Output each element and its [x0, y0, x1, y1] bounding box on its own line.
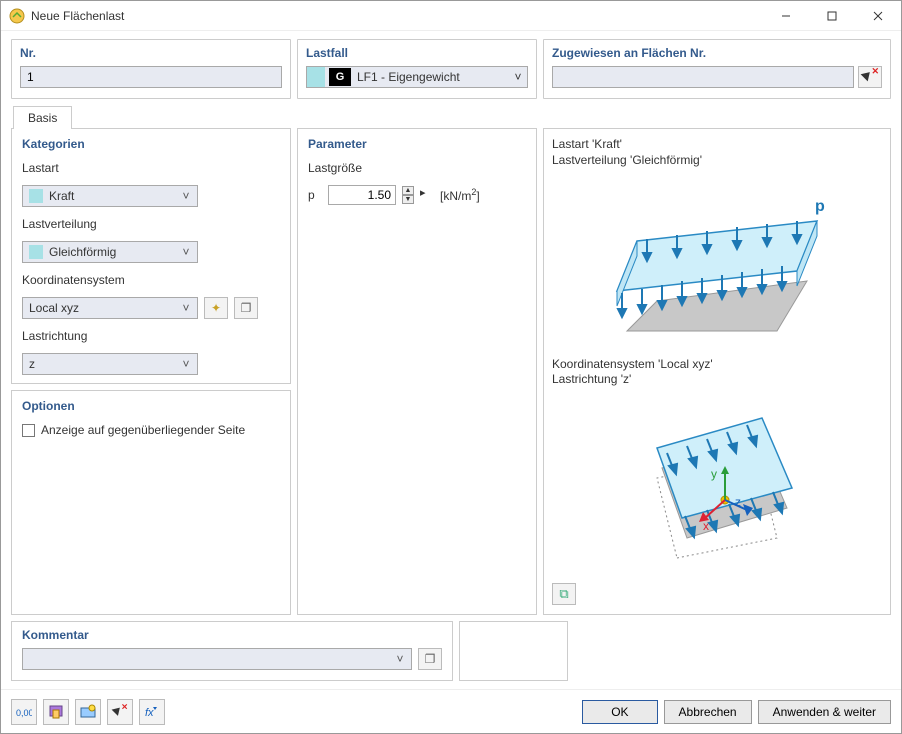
tool-button-3[interactable]: [75, 699, 101, 725]
coord-system-illustration: y x z: [607, 388, 827, 578]
coord-system-library-button[interactable]: [234, 297, 258, 319]
graphics-icon: [559, 586, 568, 602]
richtung-label: Lastrichtung: [22, 329, 280, 343]
koord-select[interactable]: Local xyz ˅: [22, 297, 198, 319]
options-title: Optionen: [22, 399, 280, 413]
expand-parameter-button[interactable]: ▸: [420, 186, 434, 204]
gfx1-line2: Lastverteilung 'Gleichförmig': [552, 153, 882, 169]
comment-edit-button[interactable]: [418, 648, 442, 670]
chevron-down-icon: ˅: [179, 301, 193, 315]
window-title: Neue Flächenlast: [31, 9, 763, 23]
koord-value: Local xyz: [29, 301, 179, 315]
spin-up-button[interactable]: ▲: [402, 186, 414, 195]
lastverteilung-label: Lastverteilung: [22, 217, 280, 231]
minimize-button[interactable]: [763, 1, 809, 31]
spin-down-button[interactable]: ▼: [402, 195, 414, 204]
tool-button-2[interactable]: [43, 699, 69, 725]
apply-continue-button[interactable]: Anwenden & weiter: [758, 700, 891, 724]
group-loadcase: Lastfall G LF1 - Eigengewicht ˅: [297, 39, 537, 99]
unit-label: [kN/m2]: [440, 187, 480, 203]
lastverteilung-select[interactable]: Gleichförmig ˅: [22, 241, 198, 263]
load-size-label: Lastgröße: [308, 161, 526, 175]
color-swatch-icon: [29, 245, 43, 259]
p-symbol: p: [308, 188, 322, 202]
svg-text:fx: fx: [145, 707, 154, 719]
close-button[interactable]: [855, 1, 901, 31]
group-nr: Nr.: [11, 39, 291, 99]
gfx2-body: y x z: [552, 388, 882, 578]
axis-y-label: y: [711, 467, 717, 481]
new-coord-system-button[interactable]: [204, 297, 228, 319]
gfx1-line1: Lastart 'Kraft': [552, 137, 882, 153]
cancel-button[interactable]: Abbrechen: [664, 700, 752, 724]
app-icon: [9, 8, 25, 24]
nr-title: Nr.: [20, 46, 282, 60]
richtung-value: z: [29, 357, 179, 371]
wand-icon: [211, 301, 221, 315]
axis-z-label: z: [735, 495, 741, 509]
svg-text:0,00: 0,00: [16, 708, 32, 718]
cursor-pick-icon: [861, 68, 879, 86]
loadcase-color-swatch: [307, 67, 325, 87]
lastart-select[interactable]: Kraft ˅: [22, 185, 198, 207]
gfx2-line2: Lastrichtung 'z': [552, 372, 882, 388]
gfx1-caption: Lastart 'Kraft' Lastverteilung 'Gleichfö…: [552, 137, 882, 168]
chevron-down-icon: ˅: [179, 245, 193, 259]
gfx2-line1: Koordinatensystem 'Local xyz': [552, 357, 882, 373]
group-assigned-surfaces: Zugewiesen an Flächen Nr.: [543, 39, 891, 99]
assigned-title: Zugewiesen an Flächen Nr.: [552, 46, 882, 60]
comment-side-panel: [459, 621, 568, 681]
maximize-button[interactable]: [809, 1, 855, 31]
panel-parameter: Parameter Lastgröße p ▲ ▼ ▸ [kN/m2]: [297, 128, 537, 615]
tab-basis[interactable]: Basis: [13, 106, 72, 129]
tool-button-4[interactable]: [107, 699, 133, 725]
tool-button-5[interactable]: fx: [139, 699, 165, 725]
axis-x-label: x: [703, 519, 709, 533]
koord-label: Koordinatensystem: [22, 273, 280, 287]
color-swatch-icon: [29, 189, 43, 203]
bottom-toolbar: 0,00 fx OK Abbrechen Anwenden & weiter: [1, 689, 901, 733]
loadcase-label: LF1 - Eigengewicht: [355, 70, 509, 84]
panel-categories: Kategorien Lastart Kraft ˅ Lastverteilun…: [11, 128, 291, 384]
comment-icon: [425, 652, 436, 666]
chevron-down-icon: ˅: [179, 189, 193, 203]
lastverteilung-value: Gleichförmig: [49, 245, 179, 259]
ok-button[interactable]: OK: [582, 700, 657, 724]
cursor-icon: [112, 703, 128, 719]
comment-select[interactable]: ˅: [22, 648, 412, 670]
comment-title: Kommentar: [22, 628, 442, 642]
checkbox-icon: [22, 424, 35, 437]
units-button[interactable]: 0,00: [11, 699, 37, 725]
panel-comment: Kommentar ˅: [11, 621, 453, 681]
titlebar: Neue Flächenlast: [1, 1, 901, 31]
lastart-label: Lastart: [22, 161, 280, 175]
chevron-down-icon: ˅: [509, 70, 527, 84]
richtung-select[interactable]: z ˅: [22, 353, 198, 375]
graphics-panel: Lastart 'Kraft' Lastverteilung 'Gleichfö…: [543, 128, 891, 615]
lastart-value: Kraft: [49, 189, 179, 203]
opposite-side-checkbox[interactable]: Anzeige auf gegenüberliegender Seite: [22, 423, 280, 437]
p-label-text: p: [815, 198, 825, 215]
parameter-title: Parameter: [308, 137, 526, 151]
pick-surfaces-button[interactable]: [858, 66, 882, 88]
uniform-load-illustration: p: [587, 181, 847, 341]
gfx1-body: p: [552, 168, 882, 353]
nr-input[interactable]: [20, 66, 282, 88]
loadcase-select[interactable]: G LF1 - Eigengewicht ˅: [306, 66, 528, 88]
library-icon: [241, 301, 252, 315]
chevron-down-icon: ˅: [179, 357, 193, 371]
opposite-side-label: Anzeige auf gegenüberliegender Seite: [41, 423, 245, 437]
categories-title: Kategorien: [22, 137, 280, 151]
dialog-window: Neue Flächenlast Nr. Lastfall G LF1 - Ei…: [0, 0, 902, 734]
graphics-settings-button[interactable]: [552, 583, 576, 605]
gfx2-caption: Koordinatensystem 'Local xyz' Lastrichtu…: [552, 357, 882, 388]
assigned-input[interactable]: [552, 66, 854, 88]
loadcase-type-badge: G: [329, 68, 351, 86]
p-value-input[interactable]: [328, 185, 396, 205]
loadcase-title: Lastfall: [306, 46, 528, 60]
panel-options: Optionen Anzeige auf gegenüberliegender …: [11, 390, 291, 615]
chevron-down-icon: ˅: [393, 652, 407, 666]
